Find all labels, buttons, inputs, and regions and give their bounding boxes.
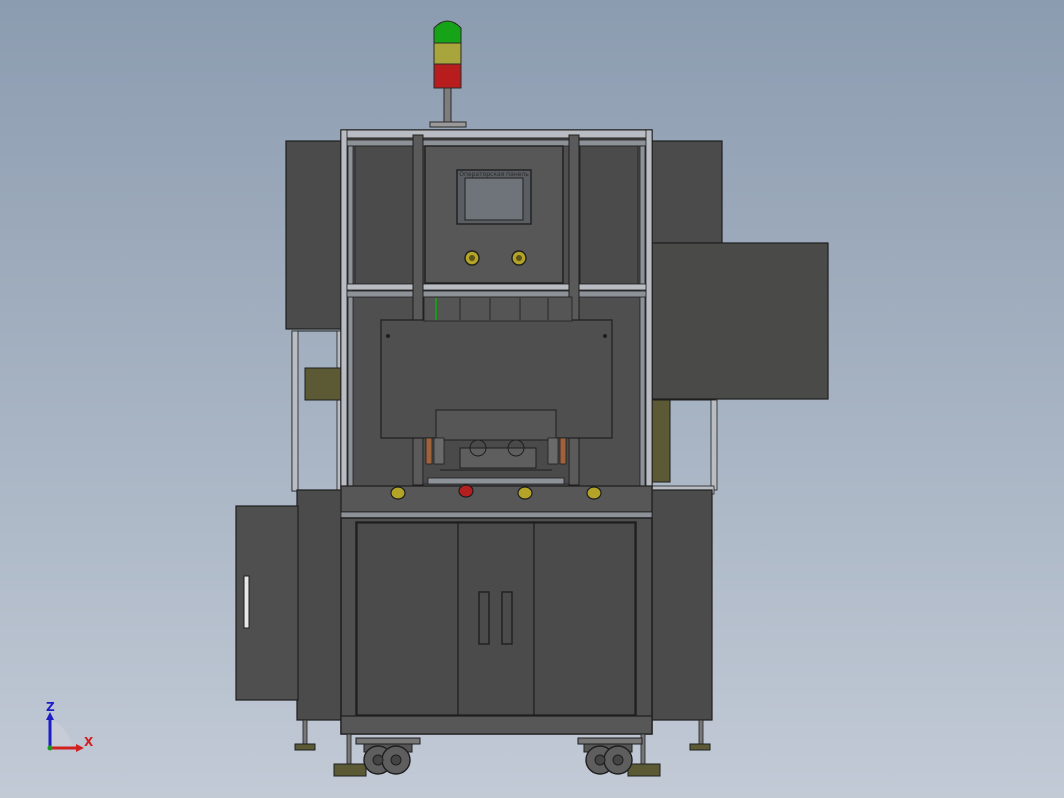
operator-button-bar[interactable] xyxy=(340,484,653,521)
leveling-foot-right-rear xyxy=(689,719,711,751)
emergency-stop-button[interactable] xyxy=(458,484,474,498)
lower-cabinet[interactable] xyxy=(340,517,653,735)
olive-side-panel xyxy=(651,399,671,483)
cad-viewport[interactable]: Операторская панель Z X xyxy=(0,0,1064,798)
right-side-enclosure[interactable] xyxy=(651,140,723,721)
left-electrical-box[interactable] xyxy=(235,505,299,701)
hmi-touchscreen-icon[interactable]: Операторская панель xyxy=(456,169,532,225)
cabinet-door-left[interactable] xyxy=(356,522,459,716)
signal-light-yellow xyxy=(433,42,462,65)
start-button-right[interactable] xyxy=(586,486,602,500)
right-side-panel[interactable] xyxy=(651,242,829,400)
axis-label-z: Z xyxy=(46,700,55,714)
box-handle[interactable] xyxy=(243,575,250,629)
start-button-left[interactable] xyxy=(390,486,406,500)
leveling-foot-left-rear xyxy=(294,719,316,751)
cabinet-door-right[interactable] xyxy=(533,522,636,716)
screen-label: Операторская панель xyxy=(459,171,529,178)
control-knob-right[interactable] xyxy=(511,250,527,266)
coordinate-triad-icon[interactable]: Z X xyxy=(46,700,94,752)
control-panel[interactable]: Операторская панель xyxy=(424,145,564,284)
door-handle-left[interactable] xyxy=(478,591,490,645)
control-knob-left[interactable] xyxy=(464,250,480,266)
signal-light-green xyxy=(433,20,462,44)
signal-tower-icon[interactable] xyxy=(429,20,467,128)
door-handle-right[interactable] xyxy=(501,591,513,645)
axis-label-x: X xyxy=(84,735,94,749)
cabinet-door-middle[interactable] xyxy=(457,522,535,716)
start-button-middle[interactable] xyxy=(517,486,533,500)
olive-side-panel xyxy=(304,367,342,401)
copper-clamp-left xyxy=(425,437,433,465)
copper-clamp-right xyxy=(559,437,567,465)
machine-3d-model[interactable]: Операторская панель Z X xyxy=(0,0,1064,798)
signal-light-red xyxy=(433,62,462,89)
fixture-assembly[interactable] xyxy=(422,409,570,485)
